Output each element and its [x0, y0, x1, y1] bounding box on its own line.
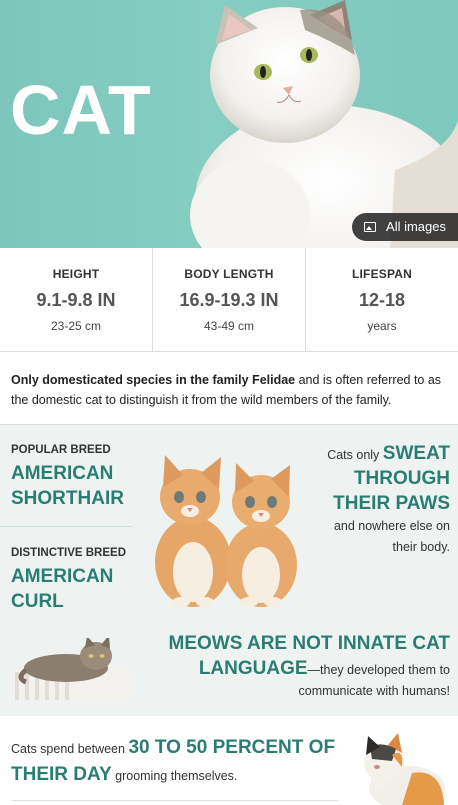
stat-label: LIFESPAN — [351, 267, 413, 281]
distinctive-breed-label: DISTINCTIVE BREED — [11, 547, 127, 559]
popular-breed-label: POPULAR BREED — [11, 444, 111, 456]
lying-cat-image — [11, 638, 133, 700]
stat-value: 16.9-19.3 IN — [179, 290, 279, 310]
grooming-fact: Cats spend between 30 TO 50 PERCENT OF T… — [11, 735, 341, 789]
page-title: CAT — [10, 71, 152, 149]
all-images-button[interactable]: All images — [352, 213, 458, 241]
image-icon — [364, 222, 377, 232]
grooming-suffix: grooming themselves. — [111, 769, 238, 783]
meows-suffix: —they developed them to communicate with… — [298, 663, 450, 698]
stat-sub: 43-49 cm — [203, 319, 255, 333]
sweat-highlight-line2: THROUGH — [353, 468, 450, 489]
distinctive-breed-name: AMERICAN CURL — [11, 564, 126, 614]
divider — [12, 800, 338, 801]
all-images-label: All images — [386, 219, 446, 234]
distinctive-breed: DISTINCTIVE BREED AMERICAN CURL — [11, 547, 126, 614]
divider — [0, 526, 132, 527]
sweat-fact: Cats only SWEAT THROUGH THEIR PAWS and n… — [320, 441, 450, 558]
stat-value: 12-18 — [358, 290, 406, 310]
stat-height: HEIGHT 9.1-9.8 IN 23-25 cm — [0, 248, 153, 351]
popular-breed-name-line2: SHORTHAIR — [11, 488, 124, 509]
stat-lifespan: LIFESPAN 12-18 years — [306, 248, 458, 351]
sweat-highlight-line3: THEIR PAWS — [333, 493, 450, 514]
distinctive-breed-name-line1: AMERICAN — [11, 566, 114, 587]
meows-highlight-line1: MEOWS ARE NOT INNATE CAT — [168, 633, 450, 654]
sweat-prefix: Cats only — [327, 448, 383, 462]
stat-label: HEIGHT — [52, 267, 100, 281]
sweat-suffix: and nowhere else on their body. — [333, 519, 450, 554]
stat-sub: 23-25 cm — [50, 319, 102, 333]
grooming-cat-image — [364, 733, 445, 805]
grooming-prefix: Cats spend between — [11, 742, 129, 756]
popular-breed-name-line1: AMERICAN — [11, 463, 114, 484]
popular-breed-name: AMERICAN SHORTHAIR — [11, 461, 124, 511]
facts-panel: POPULAR BREED AMERICAN SHORTHAIR DISTINC… — [0, 425, 458, 716]
description-bold: Only domesticated species in the family … — [11, 373, 296, 387]
stat-value: 9.1-9.8 IN — [36, 290, 116, 310]
meows-fact: MEOWS ARE NOT INNATE CAT LANGUAGE—they d… — [150, 631, 450, 702]
popular-breed: POPULAR BREED AMERICAN SHORTHAIR — [11, 444, 124, 511]
stat-label: BODY LENGTH — [184, 267, 274, 281]
description: Only domesticated species in the family … — [11, 370, 451, 410]
stat-sub: years — [367, 319, 397, 333]
hero-banner: CAT All images — [0, 0, 458, 248]
kittens-image — [155, 455, 297, 607]
meows-highlight-line2: LANGUAGE — [198, 658, 308, 679]
stat-body-length: BODY LENGTH 16.9-19.3 IN 43-49 cm — [153, 248, 306, 351]
stats-row: HEIGHT 9.1-9.8 IN 23-25 cm BODY LENGTH 1… — [0, 248, 458, 352]
sweat-highlight-line1: SWEAT — [382, 443, 450, 464]
distinctive-breed-name-line2: CURL — [11, 591, 64, 612]
